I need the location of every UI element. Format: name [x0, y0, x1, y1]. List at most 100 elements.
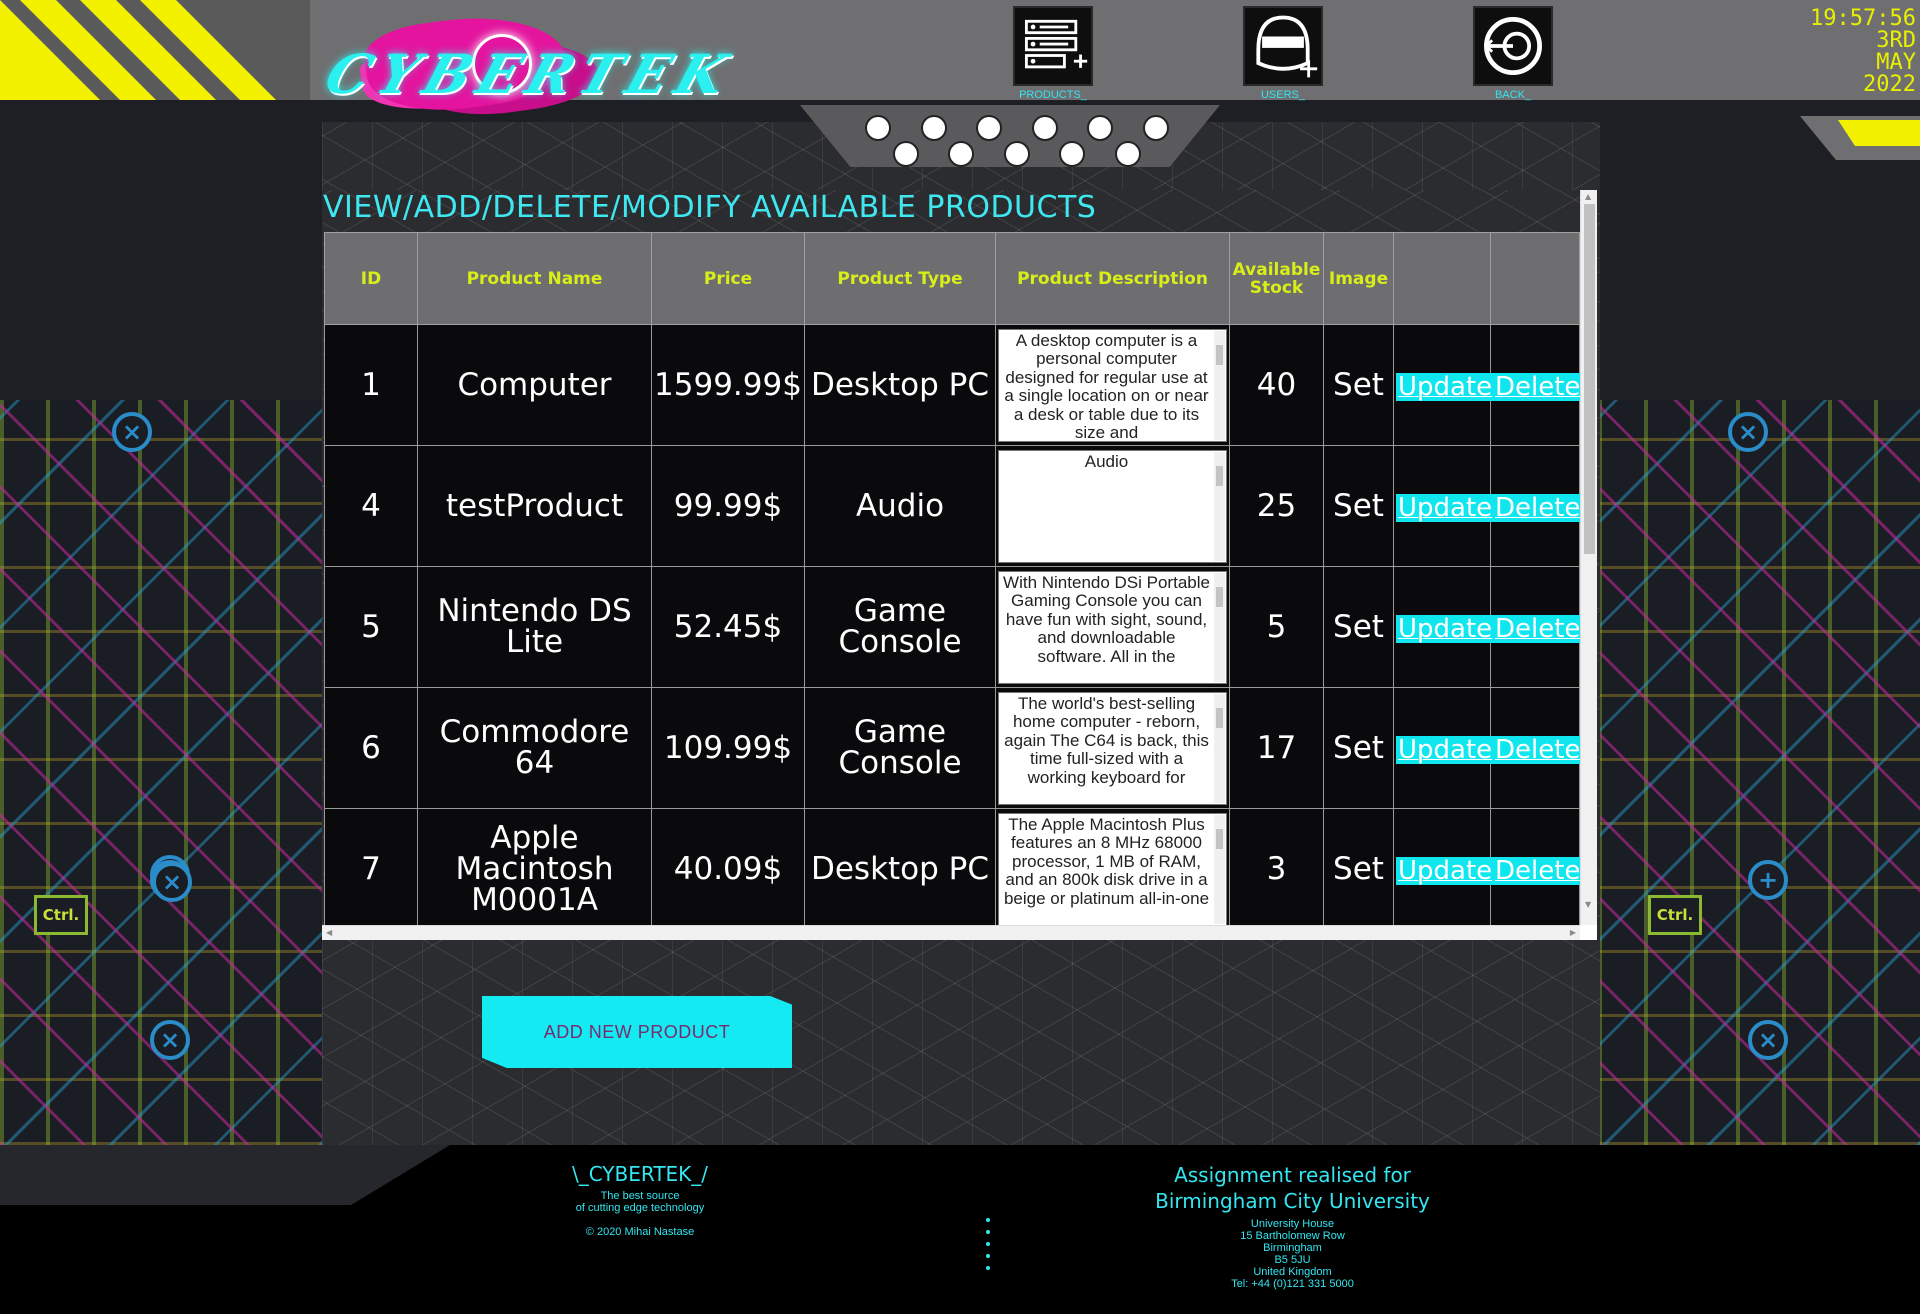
address-line: B5 5JU: [1274, 1254, 1311, 1266]
footer-copyright: © 2020 Mihai Nastase: [585, 1226, 695, 1238]
cell-update: Update: [1393, 808, 1495, 925]
address-line: Birmingham: [1263, 1242, 1322, 1254]
cell-id: 1: [324, 324, 418, 446]
update-button[interactable]: Update: [1396, 372, 1495, 401]
update-button[interactable]: Update: [1396, 493, 1495, 522]
cell-stock: 25: [1229, 445, 1324, 567]
logo-text: CYBERTEK: [317, 42, 743, 106]
delete-button[interactable]: Delete: [1493, 372, 1580, 401]
cell-description: A desktop computer is a personal compute…: [995, 324, 1230, 446]
footer-assignment-line-1: Assignment realised for: [1174, 1163, 1411, 1187]
delete-button[interactable]: Delete: [1493, 493, 1580, 522]
close-icon: ×: [1728, 412, 1768, 452]
description-scrollbar[interactable]: [1214, 693, 1225, 803]
scroll-down-icon[interactable]: ▼: [1585, 900, 1591, 909]
horizontal-scrollbar[interactable]: ◀ ▶: [322, 925, 1580, 940]
set-image-link[interactable]: Set: [1323, 566, 1394, 688]
clock-month: MAY: [1876, 50, 1916, 75]
footer-brand: \_CYBERTEK_/: [571, 1162, 709, 1186]
nav-back-label: BACK_: [1494, 89, 1532, 101]
cell-name: Nintendo DS Lite: [417, 566, 652, 688]
page-title: VIEW/ADD/DELETE/MODIFY AVAILABLE PRODUCT…: [323, 190, 1097, 225]
cell-id: 5: [324, 566, 418, 688]
cell-delete: Delete: [1490, 808, 1580, 925]
address-line: United Kingdom: [1253, 1266, 1332, 1278]
cell-delete: Delete: [1490, 687, 1580, 809]
footer-brand-block: \_CYBERTEK_/ The best source of cutting …: [540, 1162, 740, 1238]
column-header-price: Price: [651, 232, 805, 325]
cell-price: 52.45$: [651, 566, 805, 688]
delete-button[interactable]: Delete: [1493, 614, 1580, 643]
table-row: 4 testProduct 99.99$ Audio Audio 25 Set Update D…: [324, 445, 1580, 567]
scroll-left-icon[interactable]: ◀: [326, 928, 332, 937]
scrollbar-thumb[interactable]: [1584, 204, 1595, 554]
products-scroll-area[interactable]: VIEW/ADD/DELETE/MODIFY AVAILABLE PRODUCT…: [322, 190, 1580, 925]
vertical-scrollbar[interactable]: ▲ ▼: [1580, 190, 1597, 925]
description-textarea[interactable]: The Apple Macintosh Plus features an 8 M…: [998, 812, 1227, 925]
footer-tagline: The best source of cutting edge technolo…: [540, 1190, 740, 1214]
cell-delete: Delete: [1490, 566, 1580, 688]
plus-icon: +: [1748, 860, 1788, 900]
delete-button[interactable]: Delete: [1493, 856, 1580, 885]
cell-type: Game Console: [804, 566, 996, 688]
update-button[interactable]: Update: [1396, 856, 1495, 885]
set-image-link[interactable]: Set: [1323, 808, 1394, 925]
close-icon: ×: [112, 412, 152, 452]
description-textarea[interactable]: Audio: [998, 449, 1227, 563]
table-row: 7 Apple Macintosh M0001A 40.09$ Desktop PC T…: [324, 808, 1580, 925]
column-header-update: [1393, 232, 1491, 325]
ctrl-key-decoration: Ctrl.: [1648, 895, 1702, 935]
cybertek-logo[interactable]: CYBERTEK: [318, 4, 743, 124]
cell-type: Desktop PC: [804, 808, 996, 925]
circuit-background-right: × + Ctrl. ×: [1598, 400, 1920, 1145]
cell-type: Game Console: [804, 687, 996, 809]
cell-price: 109.99$: [651, 687, 805, 809]
description-textarea[interactable]: The world's best-selling home computer -…: [998, 691, 1227, 805]
description-textarea[interactable]: A desktop computer is a personal compute…: [998, 328, 1227, 442]
description-text: The Apple Macintosh Plus features an 8 M…: [1003, 814, 1210, 908]
description-scrollbar[interactable]: [1214, 814, 1225, 924]
description-scrollbar[interactable]: [1214, 451, 1225, 561]
nav-users[interactable]: USERS_: [1228, 6, 1338, 106]
nav-products-label: PRODUCTS_: [1019, 89, 1087, 101]
description-text: Audio: [1084, 451, 1129, 471]
set-image-link[interactable]: Set: [1323, 324, 1394, 446]
description-textarea[interactable]: With Nintendo DSi Portable Gaming Consol…: [998, 570, 1227, 684]
column-header-name: Product Name: [417, 232, 652, 325]
clock-time: 19:57:56: [1810, 6, 1916, 31]
description-text: The world's best-selling home computer -…: [1004, 693, 1209, 787]
column-header-type: Product Type: [804, 232, 996, 325]
cell-name: Apple Macintosh M0001A: [417, 808, 652, 925]
cell-type: Desktop PC: [804, 324, 996, 446]
set-image-link[interactable]: Set: [1323, 445, 1394, 567]
footer-divider-dots: [986, 1218, 992, 1278]
description-scrollbar[interactable]: [1214, 330, 1225, 440]
add-new-product-button[interactable]: ADD NEW PRODUCT: [482, 996, 792, 1068]
nav-back[interactable]: BACK_: [1458, 6, 1568, 106]
scroll-up-icon[interactable]: ▲: [1585, 192, 1591, 201]
update-button[interactable]: Update: [1396, 735, 1495, 764]
cell-description: The world's best-selling home computer -…: [995, 687, 1230, 809]
table-header-row: ID Product Name Price Product Type Produ…: [324, 232, 1580, 325]
cell-description: The Apple Macintosh Plus features an 8 M…: [995, 808, 1230, 925]
cell-update: Update: [1393, 324, 1495, 446]
page: × × × Ctrl. × × × + Ctrl. × CYBERTEK: [0, 0, 1920, 1314]
description-scrollbar[interactable]: [1214, 572, 1225, 682]
scroll-right-icon[interactable]: ▶: [1570, 928, 1576, 937]
products-frame[interactable]: VIEW/ADD/DELETE/MODIFY AVAILABLE PRODUCT…: [322, 190, 1597, 940]
close-icon: ×: [150, 1020, 190, 1060]
set-image-link[interactable]: Set: [1323, 687, 1394, 809]
cell-stock: 5: [1229, 566, 1324, 688]
cell-name: Computer: [417, 324, 652, 446]
clock-year: 2022: [1863, 72, 1916, 97]
nav-products[interactable]: PRODUCTS_: [998, 6, 1108, 106]
back-icon: [1473, 6, 1553, 86]
table-row: 6 Commodore 64 109.99$ Game Console The worl…: [324, 687, 1580, 809]
column-header-description: Product Description: [995, 232, 1230, 325]
cell-delete: Delete: [1490, 445, 1580, 567]
update-button[interactable]: Update: [1396, 614, 1495, 643]
cell-description: Audio: [995, 445, 1230, 567]
delete-button[interactable]: Delete: [1493, 735, 1580, 764]
close-icon: ×: [152, 862, 192, 902]
cell-id: 4: [324, 445, 418, 567]
